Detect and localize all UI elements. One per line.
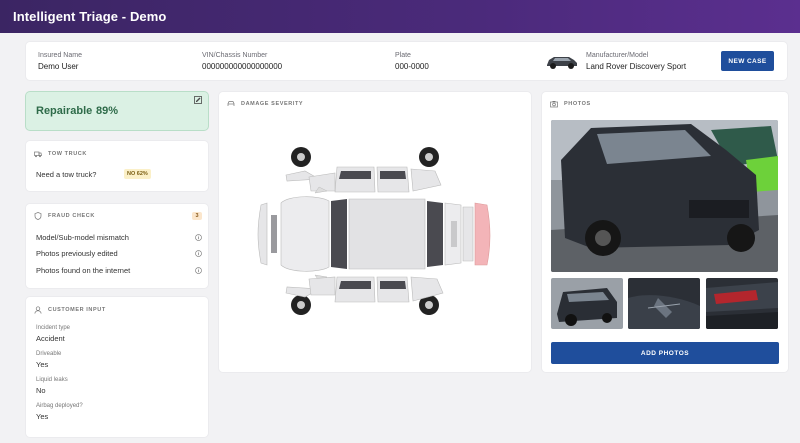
- plate-field: Plate 000-0000: [395, 52, 429, 71]
- left-front-window: [339, 171, 371, 179]
- photo-thumbnail-rear[interactable]: [551, 278, 623, 329]
- customer-input-card: CUSTOMER INPUT Incident type Accident Dr…: [26, 297, 208, 437]
- front-grille: [271, 215, 277, 253]
- field-value: No: [36, 386, 46, 395]
- field-label: Incident type: [36, 325, 71, 331]
- tow-truck-question: Need a tow truck?: [36, 170, 97, 179]
- right-rear-door[interactable]: [376, 276, 410, 303]
- model-label: Manufacturer/Model: [586, 52, 649, 59]
- left-front-door[interactable]: [334, 166, 376, 193]
- info-icon[interactable]: [195, 250, 202, 257]
- tailgate-handle: [451, 221, 457, 247]
- roof[interactable]: [348, 198, 426, 270]
- damage-severity-title: DAMAGE SEVERITY: [241, 101, 304, 107]
- insured-name-field: Insured Name Demo User: [38, 52, 82, 71]
- car-thumbnail-image: [547, 57, 577, 69]
- field-label: Airbag deployed?: [36, 403, 83, 409]
- wheel-rear-left: [419, 147, 439, 167]
- top-bar: Intelligent Triage - Demo: [0, 0, 800, 33]
- left-rear-quarter[interactable]: [410, 168, 442, 192]
- field-value: Yes: [36, 412, 49, 421]
- field-label: Driveable: [36, 351, 62, 357]
- tow-truck-badge: NO 62%: [124, 169, 151, 179]
- rear-bumper-inner[interactable]: [462, 206, 474, 262]
- left-rear-door[interactable]: [376, 166, 410, 193]
- plate-label: Plate: [395, 52, 411, 59]
- model-field: Manufacturer/Model Land Rover Discovery …: [586, 52, 686, 71]
- fraud-count-badge: 3: [192, 212, 202, 220]
- info-icon[interactable]: [195, 267, 202, 274]
- fraud-item: Photos found on the internet: [36, 266, 131, 275]
- customer-input-title: CUSTOMER INPUT: [48, 307, 106, 313]
- field-value: Accident: [36, 334, 65, 343]
- info-icon[interactable]: [195, 234, 202, 241]
- case-info-card: Insured Name Demo User VIN/Chassis Numbe…: [26, 42, 787, 80]
- edit-icon[interactable]: [194, 96, 202, 104]
- right-front-window: [339, 281, 371, 289]
- field-label: Liquid leaks: [36, 377, 68, 383]
- fraud-check-card: FRAUD CHECK 3 Model/Sub-model mismatch P…: [26, 204, 208, 288]
- repairable-label: Repairable: [36, 105, 93, 117]
- vin-value: 000000000000000000: [202, 62, 283, 71]
- shield-icon: [34, 212, 42, 220]
- insured-name-label: Insured Name: [38, 52, 82, 59]
- model-value: Land Rover Discovery Sport: [586, 62, 687, 71]
- right-rear-quarter[interactable]: [410, 276, 444, 302]
- hood[interactable]: [280, 196, 330, 272]
- fraud-item: Photos previously edited: [36, 249, 118, 258]
- vin-label: VIN/Chassis Number: [202, 52, 268, 59]
- windshield: [331, 199, 347, 269]
- front-bumper[interactable]: [257, 202, 268, 266]
- wheel-front-left: [291, 147, 311, 167]
- vin-field: VIN/Chassis Number 000000000000000000: [202, 52, 282, 71]
- new-case-button[interactable]: NEW CASE: [721, 51, 774, 71]
- wheel-front-right: [291, 295, 311, 315]
- left-rear-window: [380, 171, 406, 179]
- main-car-photo[interactable]: [551, 120, 778, 272]
- plate-value: 000-0000: [395, 62, 429, 71]
- car-icon: [227, 101, 235, 106]
- photo-thumbnail-taillight[interactable]: [706, 278, 778, 329]
- fraud-item: Model/Sub-model mismatch: [36, 233, 129, 242]
- user-icon: [34, 306, 42, 314]
- rear-bumper-damaged[interactable]: [474, 202, 491, 266]
- right-front-door[interactable]: [334, 276, 376, 303]
- app-title: Intelligent Triage - Demo: [13, 9, 167, 24]
- right-rear-window: [380, 281, 406, 289]
- rear-window: [427, 201, 443, 267]
- add-photos-button[interactable]: ADD PHOTOS: [551, 342, 779, 364]
- photo-thumbnail-damage[interactable]: [628, 278, 700, 329]
- camera-icon: [550, 101, 558, 108]
- photos-title: PHOTOS: [564, 101, 591, 107]
- photos-card: PHOTOS ADD PHOTOS: [542, 92, 788, 372]
- insured-name-value: Demo User: [38, 62, 79, 71]
- truck-icon: [34, 151, 42, 158]
- tow-truck-title: TOW TRUCK: [48, 151, 87, 157]
- repairable-card: Repairable 89%: [26, 92, 208, 130]
- field-value: Yes: [36, 360, 49, 369]
- fraud-check-title: FRAUD CHECK: [48, 213, 95, 219]
- right-front-pillar[interactable]: [308, 276, 336, 296]
- damage-severity-card: DAMAGE SEVERITY: [219, 92, 531, 372]
- tow-truck-card: TOW TRUCK Need a tow truck? NO 62%: [26, 141, 208, 191]
- repairable-percent: 89%: [96, 105, 119, 117]
- car-damage-diagram[interactable]: [249, 147, 504, 322]
